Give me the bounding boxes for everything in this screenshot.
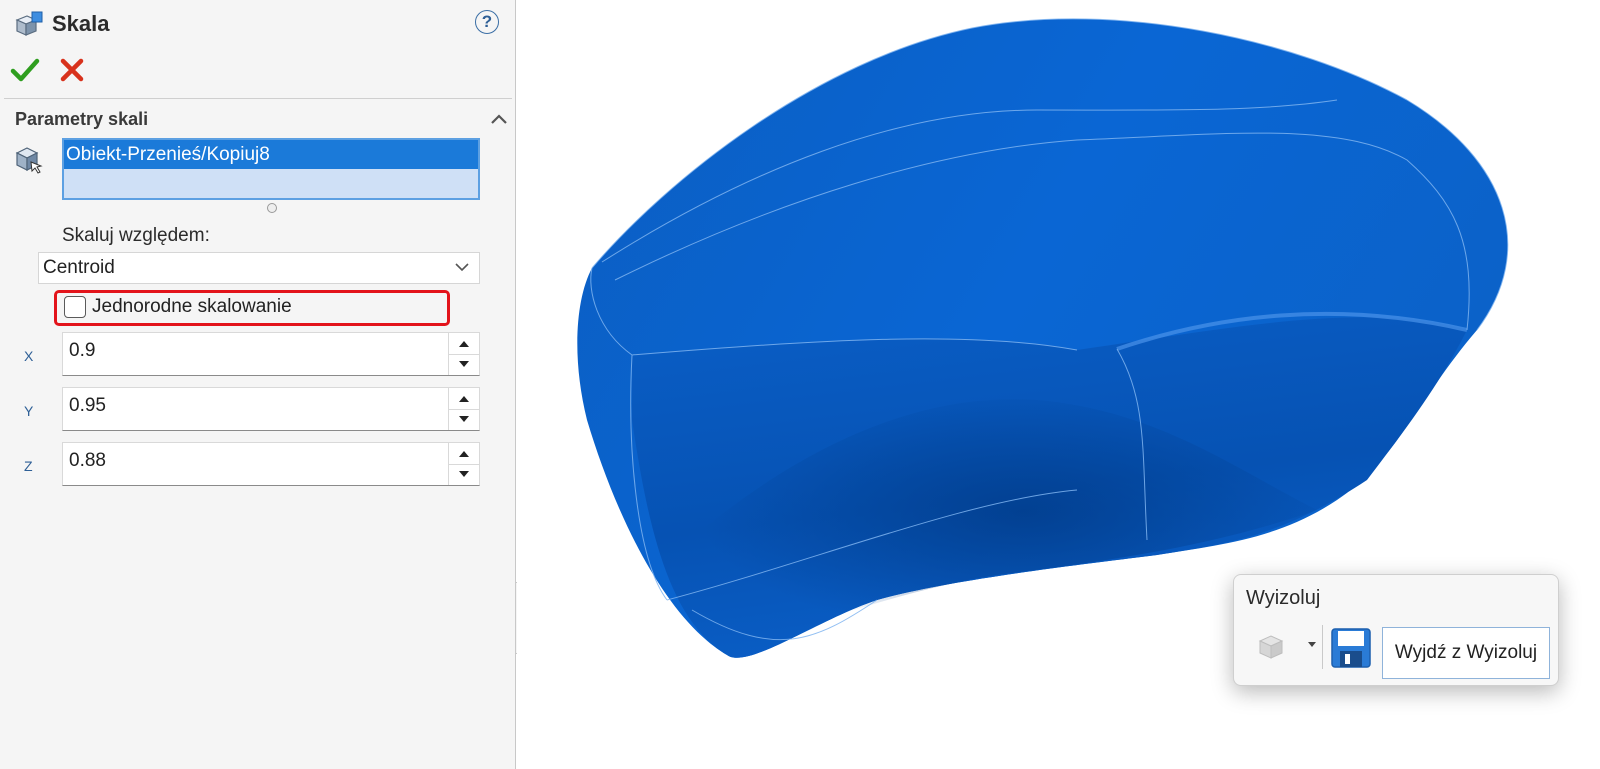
ok-button[interactable] xyxy=(10,56,40,84)
y-scale-field[interactable]: 0.95 xyxy=(62,387,480,431)
y-spinner xyxy=(448,388,479,430)
z-axis-label: Z xyxy=(24,458,33,474)
isolate-popup: Wyizoluj Wyjdź z Wyizoluj xyxy=(1233,574,1559,686)
x-scale-value: 0.9 xyxy=(69,340,96,361)
spin-up-icon[interactable] xyxy=(449,388,479,410)
cancel-button[interactable] xyxy=(58,56,86,84)
selection-item[interactable]: Obiekt-Przenieś/Kopiuj8 xyxy=(64,140,478,169)
divider xyxy=(1322,625,1323,669)
chevron-down-icon[interactable] xyxy=(1306,639,1318,649)
scale-about-label: Skaluj względem: xyxy=(62,225,210,246)
z-scale-value: 0.88 xyxy=(69,450,106,471)
scale-about-dropdown[interactable]: Centroid xyxy=(38,252,480,284)
feature-title: Skala xyxy=(52,11,110,36)
y-scale-value: 0.95 xyxy=(69,395,106,416)
spin-up-icon[interactable] xyxy=(449,443,479,465)
scale-feature-icon xyxy=(15,11,43,36)
spin-down-icon[interactable] xyxy=(449,464,479,485)
isolate-title: Wyizoluj xyxy=(1246,587,1321,609)
save-icon[interactable] xyxy=(1330,627,1372,669)
spin-down-icon[interactable] xyxy=(449,409,479,430)
chevron-up-icon[interactable] xyxy=(489,112,509,126)
uniform-scaling-label[interactable]: Jednorodne skalowanie xyxy=(92,295,292,319)
x-axis-label: X xyxy=(24,348,34,364)
x-spinner xyxy=(448,333,479,375)
uniform-scaling-checkbox[interactable] xyxy=(64,296,86,318)
spin-up-icon[interactable] xyxy=(449,333,479,355)
divider xyxy=(4,98,512,99)
x-scale-field[interactable]: 0.9 xyxy=(62,332,480,376)
chevron-down-icon xyxy=(455,263,469,272)
exit-isolate-button[interactable]: Wyjdź z Wyizoluj xyxy=(1382,627,1550,679)
z-scale-field[interactable]: 0.88 xyxy=(62,442,480,486)
display-style-icon[interactable] xyxy=(1254,629,1288,663)
scale-about-value: Centroid xyxy=(43,257,115,278)
spin-down-icon[interactable] xyxy=(449,354,479,375)
help-icon[interactable]: ? xyxy=(475,10,499,34)
list-resize-handle[interactable] xyxy=(267,203,277,213)
selection-list[interactable]: Obiekt-Przenieś/Kopiuj8 xyxy=(62,138,480,200)
section-title: Parametry skali xyxy=(15,109,149,129)
body-selection-icon xyxy=(15,147,43,174)
z-spinner xyxy=(448,443,479,485)
y-axis-label: Y xyxy=(24,403,34,419)
property-manager-panel: Skala ? Parametry skali Obiekt-Przenieś/… xyxy=(0,0,516,769)
